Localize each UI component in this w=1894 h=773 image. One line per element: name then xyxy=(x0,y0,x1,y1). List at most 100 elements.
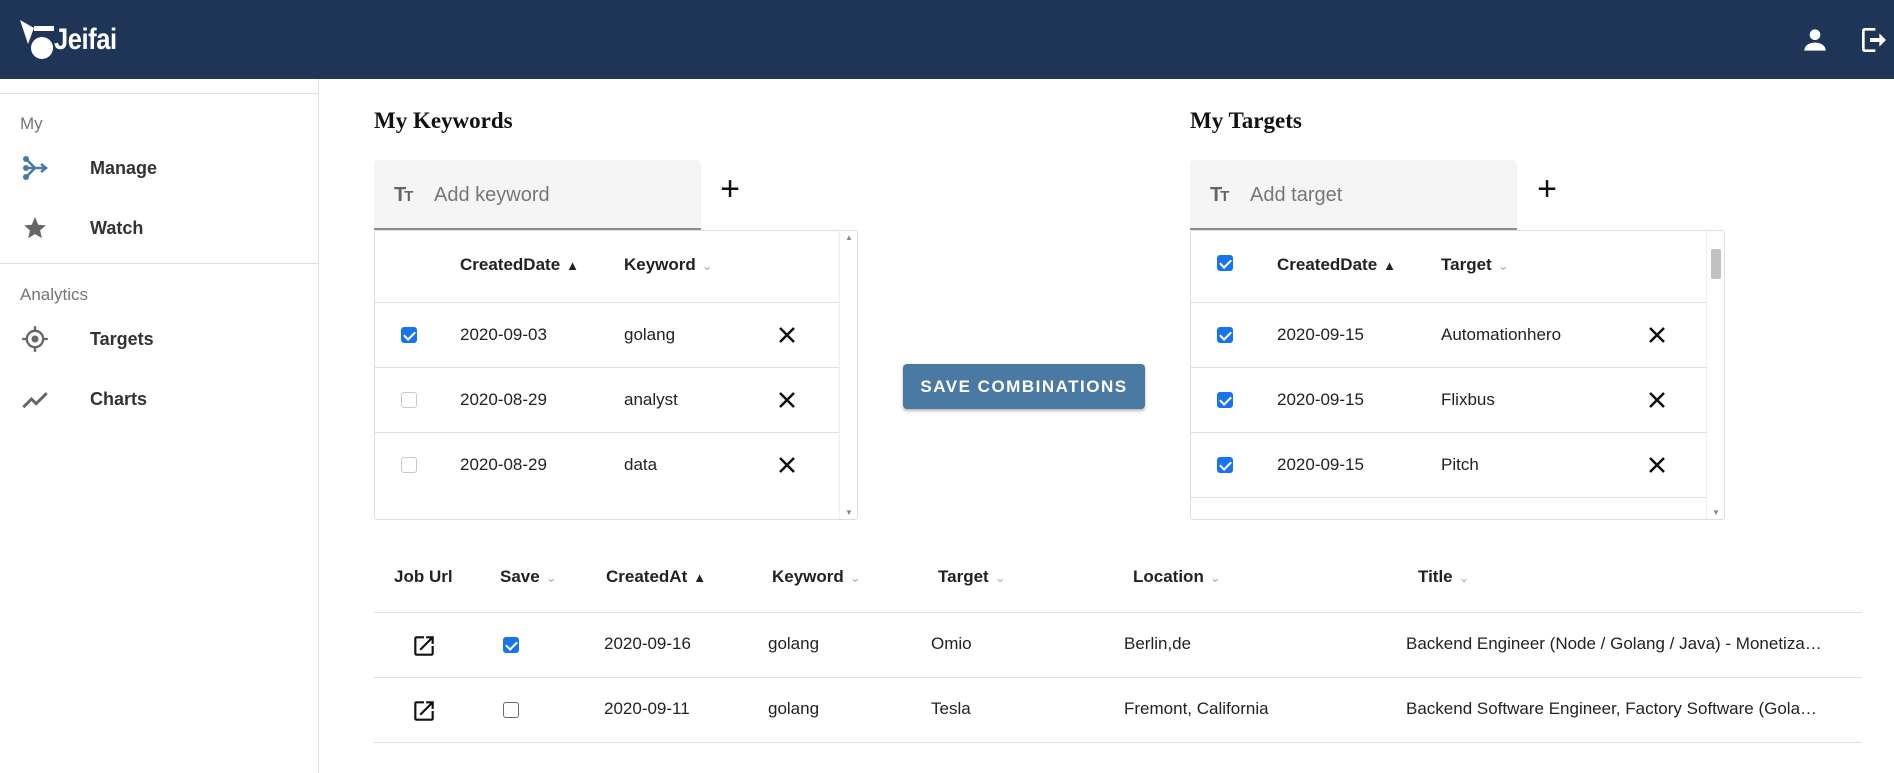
sort-down-icon: ⌄ xyxy=(994,570,1006,585)
column-header-location[interactable]: Location ⌄ xyxy=(1133,567,1221,587)
logout-icon[interactable] xyxy=(1858,24,1890,56)
sidebar-item-watch[interactable]: Watch xyxy=(0,203,318,253)
table-row: 2020-08-29 data xyxy=(375,433,839,498)
targets-title: My Targets xyxy=(1190,108,1302,133)
delete-icon[interactable] xyxy=(1645,453,1669,477)
row-checkbox[interactable] xyxy=(1217,392,1233,408)
text-fields-icon: TT xyxy=(394,184,413,206)
row-keyword: golang xyxy=(624,325,676,344)
column-header-keyword[interactable]: Keyword ⌄ xyxy=(772,567,861,587)
save-checkbox[interactable] xyxy=(503,702,519,718)
table-row: 2020-09-15 Flixbus xyxy=(1191,368,1706,433)
row-keyword: data xyxy=(624,455,658,474)
row-checkbox[interactable] xyxy=(401,457,417,473)
table-row: 2020-08-29 analyst xyxy=(375,368,839,433)
scroll-down-icon[interactable]: ▼ xyxy=(845,508,853,517)
row-title: Backend Engineer (Node / Golang / Java) … xyxy=(1406,634,1822,653)
sidebar-item-label: Targets xyxy=(90,328,154,349)
save-combinations-button[interactable]: SAVE COMBINATIONS xyxy=(903,364,1145,409)
sort-asc-icon: ▲ xyxy=(1383,258,1397,273)
column-header-title[interactable]: Title ⌄ xyxy=(1418,567,1470,587)
sort-down-icon: ⌄ xyxy=(1458,570,1470,585)
targets-scrollbar[interactable]: ▼ xyxy=(1706,231,1724,519)
account-icon[interactable] xyxy=(1799,24,1831,56)
sidebar-section-my: My xyxy=(20,114,43,133)
scroll-thumb[interactable] xyxy=(1711,249,1721,279)
add-target-field[interactable]: TT xyxy=(1190,160,1517,230)
row-target: Automationhero xyxy=(1441,325,1562,344)
add-keyword-field[interactable]: TT xyxy=(374,160,701,230)
save-checkbox[interactable] xyxy=(503,637,519,653)
row-title: Backend Software Engineer, Factory Softw… xyxy=(1406,699,1818,718)
delete-icon[interactable] xyxy=(775,388,799,412)
column-header-target[interactable]: Target ⌄ xyxy=(1441,255,1509,275)
open-in-new-icon[interactable] xyxy=(411,698,437,724)
keywords-title: My Keywords xyxy=(374,108,513,133)
app-name: Jeifai xyxy=(54,23,117,56)
row-keyword: analyst xyxy=(624,390,678,409)
column-header-created[interactable]: CreatedDate ▲ xyxy=(460,255,579,275)
row-location: Berlin,de xyxy=(1124,634,1192,653)
app-logo[interactable]: Jeifai xyxy=(18,18,128,62)
jobs-table-header: Job Url Save ⌄ CreatedAt ▲ Keyword ⌄ Target… xyxy=(374,545,1862,613)
keywords-table: CreatedDate ▲ Keyword ⌄ 2020-09-03 golang … xyxy=(374,230,858,520)
row-target: Omio xyxy=(931,634,972,653)
sidebar-divider xyxy=(0,263,319,264)
table-row: 2020-09-16 golang Omio Berlin,de Backend… xyxy=(374,613,1862,678)
row-checkbox[interactable] xyxy=(1217,457,1233,473)
column-header-created[interactable]: CreatedDate ▲ xyxy=(1277,255,1396,275)
row-created-at: 2020-09-11 xyxy=(604,699,690,718)
row-checkbox[interactable] xyxy=(401,327,417,343)
add-keyword-input[interactable] xyxy=(434,178,684,212)
row-date: 2020-09-15 xyxy=(1277,390,1364,409)
sort-down-icon: ⌄ xyxy=(545,570,557,585)
open-in-new-icon[interactable] xyxy=(411,633,437,659)
column-header-job-url: Job Url xyxy=(394,567,453,586)
table-row: 2020-09-11 golang Tesla Fremont, Califor… xyxy=(374,678,1862,743)
delete-icon[interactable] xyxy=(1645,388,1669,412)
scroll-down-icon[interactable]: ▼ xyxy=(1712,508,1720,517)
sidebar-item-targets[interactable]: Targets xyxy=(0,314,318,364)
top-app-bar: Jeifai xyxy=(0,0,1894,79)
add-target-input[interactable] xyxy=(1250,178,1500,212)
row-keyword: golang xyxy=(768,699,820,718)
delete-icon[interactable] xyxy=(775,323,799,347)
add-keyword-button[interactable]: + xyxy=(710,170,750,210)
row-checkbox[interactable] xyxy=(1217,327,1233,343)
sort-down-icon: ⌄ xyxy=(701,258,713,273)
select-all-checkbox[interactable] xyxy=(1217,255,1233,271)
scroll-up-icon[interactable]: ▲ xyxy=(845,233,853,242)
table-header: CreatedDate ▲ Keyword ⌄ xyxy=(375,231,839,303)
row-target: Pitch xyxy=(1441,455,1479,474)
row-target: Flixbus xyxy=(1441,390,1495,409)
keywords-scrollbar[interactable]: ▲ ▼ xyxy=(839,231,857,519)
sidebar-section-analytics: Analytics xyxy=(20,285,89,304)
sidebar-item-label: Manage xyxy=(90,157,158,178)
table-row: 2020-09-15 Automationhero xyxy=(1191,303,1706,368)
column-header-target[interactable]: Target ⌄ xyxy=(938,567,1006,587)
sidebar-item-label: Watch xyxy=(90,217,144,238)
chart-line-icon xyxy=(20,384,50,414)
manage-icon xyxy=(20,153,50,183)
star-icon xyxy=(20,213,50,243)
row-checkbox[interactable] xyxy=(401,392,417,408)
sidebar: My Manage Watch Analytics Targets Charts xyxy=(0,79,319,773)
delete-icon[interactable] xyxy=(1645,323,1669,347)
sidebar-item-manage[interactable]: Manage xyxy=(0,143,318,193)
delete-icon[interactable] xyxy=(775,453,799,477)
sort-asc-icon: ▲ xyxy=(566,258,580,273)
target-icon xyxy=(20,324,50,354)
row-keyword: golang xyxy=(768,634,820,653)
column-header-save[interactable]: Save ⌄ xyxy=(500,567,557,587)
column-header-keyword[interactable]: Keyword ⌄ xyxy=(624,255,713,275)
add-target-button[interactable]: + xyxy=(1527,170,1567,210)
sidebar-divider xyxy=(0,93,319,94)
sort-down-icon: ⌄ xyxy=(1497,258,1509,273)
sidebar-item-charts[interactable]: Charts xyxy=(0,374,318,424)
row-created-at: 2020-09-16 xyxy=(604,634,691,653)
column-header-created-at[interactable]: CreatedAt ▲ xyxy=(606,567,706,587)
sidebar-item-label: Charts xyxy=(90,388,148,409)
targets-table: CreatedDate ▲ Target ⌄ 2020-09-15 Automati… xyxy=(1190,230,1725,520)
row-date: 2020-08-29 xyxy=(460,390,547,409)
row-location: Fremont, California xyxy=(1124,699,1269,718)
